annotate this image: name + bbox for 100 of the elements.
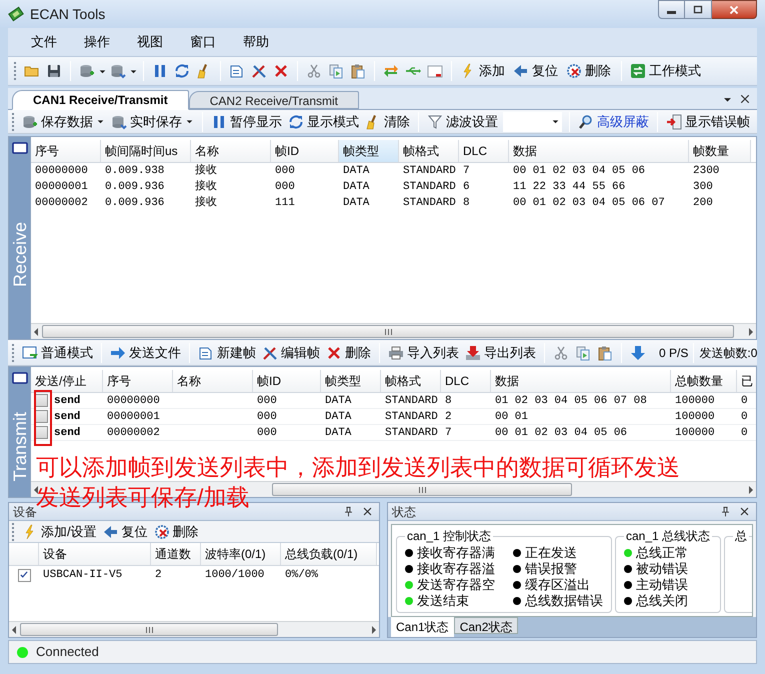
toolbar-button[interactable]: 删除 xyxy=(150,520,202,542)
tab[interactable]: Can2状态 xyxy=(454,617,518,634)
toolbar-button[interactable]: 导入列表 xyxy=(385,342,462,364)
toolbar-button[interactable]: 新建帧 xyxy=(195,342,259,364)
column-header[interactable]: 帧数量 xyxy=(689,140,751,162)
column-header[interactable]: 帧类型 xyxy=(321,370,381,392)
table-cell-text: 000 xyxy=(257,426,277,440)
toolbar-button[interactable]: 工作模式 xyxy=(627,60,704,82)
toolbar-button[interactable]: 实时保存 xyxy=(108,110,197,132)
toolbar-button[interactable]: 显示错误帧 xyxy=(663,110,753,132)
panel-close-icon[interactable] xyxy=(362,506,373,517)
table-cell-text: STANDARD xyxy=(402,164,457,179)
toolbar-button[interactable]: 添加/设置 xyxy=(19,520,100,542)
table-cell-text: DATA xyxy=(325,426,352,440)
panel-icon[interactable] xyxy=(12,140,28,156)
scissors-icon[interactable] xyxy=(306,63,322,79)
column-header[interactable]: 帧ID xyxy=(271,140,339,162)
document-icon[interactable] xyxy=(229,63,245,79)
column-header[interactable]: 波特率(0/1) xyxy=(201,543,281,565)
checkbox[interactable] xyxy=(35,394,48,407)
paste-icon[interactable] xyxy=(597,344,613,360)
toolbar-grip[interactable] xyxy=(12,344,15,362)
column-header[interactable]: 序号 xyxy=(103,370,173,392)
toolbar-button[interactable]: 发送文件 xyxy=(107,342,184,364)
toolbar-button[interactable]: 清除 xyxy=(362,110,413,132)
checkbox[interactable] xyxy=(18,568,30,582)
tab[interactable]: Can1状态 xyxy=(391,617,454,637)
toolbar-button[interactable]: 滤波设置 xyxy=(424,110,501,132)
column-header[interactable]: 序号 xyxy=(31,140,101,162)
menu-item[interactable]: 操作 xyxy=(71,31,123,53)
column-header[interactable]: 总线负载(0/1) xyxy=(281,543,377,565)
pause-icon[interactable] xyxy=(152,63,168,79)
toolbar-button[interactable]: 导出列表 xyxy=(462,342,539,364)
column-header[interactable]: 设备 xyxy=(39,543,151,565)
table-cell-text: 00000001 xyxy=(34,180,89,195)
column-header[interactable]: DLC xyxy=(441,370,491,392)
toolbar-grip[interactable] xyxy=(14,62,17,80)
database-icon[interactable] xyxy=(110,63,126,79)
column-header[interactable]: 数据 xyxy=(491,370,671,392)
arrow-down-icon[interactable] xyxy=(630,344,646,360)
maximize-button[interactable] xyxy=(685,0,712,19)
close-button[interactable] xyxy=(712,0,757,19)
refresh-icon[interactable] xyxy=(174,63,190,79)
window-icon[interactable] xyxy=(427,63,443,79)
toolbar-grip[interactable] xyxy=(12,112,15,130)
menu-item[interactable]: 窗口 xyxy=(177,31,229,53)
column-header[interactable]: 帧格式 xyxy=(381,370,441,392)
tab[interactable]: CAN1 Receive/Transmit xyxy=(12,90,189,110)
checkbox[interactable] xyxy=(35,426,48,439)
minimize-button[interactable] xyxy=(658,0,685,19)
toolbar-button[interactable]: 删除 xyxy=(563,60,614,82)
pin-icon[interactable] xyxy=(343,506,354,517)
toolbar-button[interactable]: 删除 xyxy=(323,342,374,364)
column-header[interactable]: 帧格式 xyxy=(399,140,459,162)
toolbar-button[interactable]: 复位 xyxy=(510,60,561,82)
column-header[interactable]: 帧类型 xyxy=(339,140,399,162)
scissors-icon[interactable] xyxy=(553,344,569,360)
menu-item[interactable]: 帮助 xyxy=(230,31,282,53)
column-header[interactable]: DLC xyxy=(459,140,509,162)
checkbox[interactable] xyxy=(35,410,48,423)
toolbar-button[interactable]: 复位 xyxy=(100,520,151,542)
table-cell-text: 00000000 xyxy=(34,164,89,179)
toolbar-button[interactable]: 普通模式 xyxy=(19,342,96,364)
column-header[interactable]: 名称 xyxy=(173,370,253,392)
horizontal-scrollbar[interactable] xyxy=(31,323,756,339)
circle-cross-icon xyxy=(154,524,170,540)
panel-icon[interactable] xyxy=(12,370,28,386)
column-header[interactable]: 数据 xyxy=(509,140,689,162)
toolbar-button[interactable]: 高级屏蔽 xyxy=(575,110,652,132)
toolbar-button[interactable]: 添加 xyxy=(457,60,508,82)
copy-icon[interactable] xyxy=(328,63,344,79)
side-label: Receive xyxy=(8,222,30,288)
toolbar-button[interactable]: 编辑帧 xyxy=(259,342,323,364)
cross-icon[interactable] xyxy=(273,63,289,79)
pin-icon[interactable] xyxy=(720,506,731,517)
dropdown-field[interactable] xyxy=(503,112,562,132)
floppy-icon[interactable] xyxy=(46,63,62,79)
table-cell-text: 0 xyxy=(741,426,748,440)
horizontal-scrollbar[interactable] xyxy=(9,621,379,637)
column-header[interactable]: 总帧数量 xyxy=(671,370,737,392)
panel-close-icon[interactable] xyxy=(739,93,751,105)
column-header[interactable]: 名称 xyxy=(191,140,271,162)
check-icon xyxy=(19,570,29,580)
menu-item[interactable]: 文件 xyxy=(18,31,70,53)
menu-item[interactable]: 视图 xyxy=(124,31,176,53)
toolbar-button[interactable]: 暂停显示 xyxy=(208,110,285,132)
status-label: 缓存区溢出 xyxy=(525,577,590,593)
column-header[interactable]: 帧间隔时间us xyxy=(101,140,191,162)
column-header[interactable]: 帧ID xyxy=(253,370,321,392)
copy-icon[interactable] xyxy=(575,344,591,360)
swap-icon[interactable] xyxy=(383,63,399,79)
column-header[interactable]: 通道数 xyxy=(151,543,201,565)
paste-icon[interactable] xyxy=(350,63,366,79)
column-header[interactable]: 发送/停止 xyxy=(31,370,103,392)
toolbar-button[interactable]: 保存数据 xyxy=(19,110,108,132)
tab[interactable]: CAN2 Receive/Transmit xyxy=(188,91,359,109)
toolbar-grip[interactable] xyxy=(12,522,15,540)
toolbar-button[interactable]: 显示模式 xyxy=(285,110,362,132)
table-cell-text: 00 01 02 03 04 05 06 xyxy=(495,426,628,440)
panel-close-icon[interactable] xyxy=(739,506,750,517)
